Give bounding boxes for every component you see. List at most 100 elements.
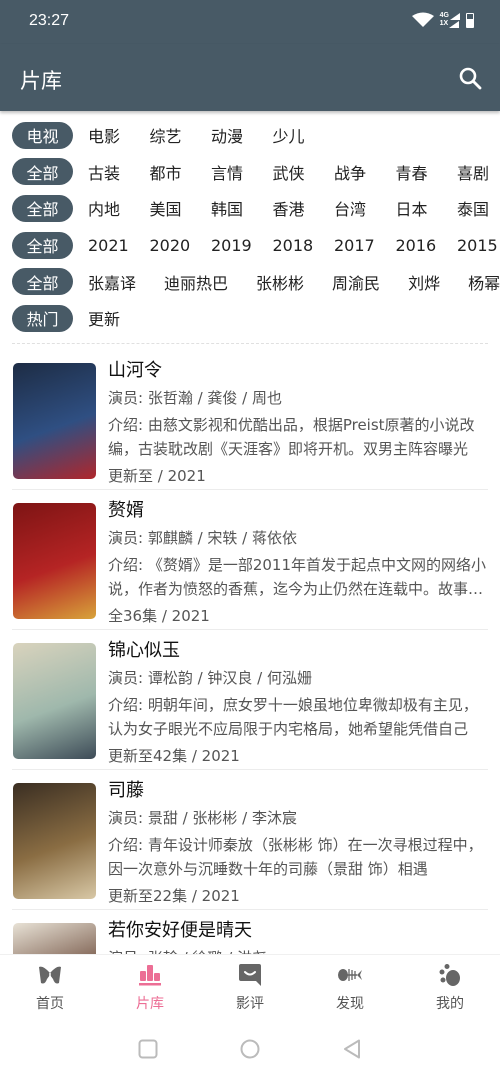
filter-row: 全部 内地 美国 韩国 香港 台湾 日本 泰国 bbox=[0, 190, 500, 227]
show-poster[interactable] bbox=[13, 923, 96, 954]
show-meta: 全36集 / 2021 bbox=[108, 607, 210, 625]
filter-option[interactable]: 言情 bbox=[211, 160, 273, 184]
filter-option[interactable]: 战争 bbox=[334, 160, 396, 184]
filter-option[interactable]: 2018 bbox=[273, 236, 335, 255]
tab-label: 我的 bbox=[436, 996, 464, 1012]
network-type-top: 4G bbox=[439, 12, 449, 19]
library-icon bbox=[139, 965, 161, 986]
page-title: 片库 bbox=[20, 69, 62, 93]
filter-option[interactable]: 2019 bbox=[211, 236, 273, 255]
show-poster[interactable] bbox=[13, 503, 96, 619]
show-actors: 演员: 谭松韵 / 钟汉良 / 何泓姗 bbox=[108, 669, 313, 687]
show-info: 若你安好便是晴天 演员: 张翰 / 徐璐 / 洪尧 bbox=[108, 918, 488, 954]
filter-option[interactable]: 刘烨 bbox=[408, 270, 440, 294]
show-title[interactable]: 锦心似玉 bbox=[108, 638, 488, 664]
filter-option[interactable]: 更新 bbox=[88, 306, 150, 330]
home-butterfly-icon bbox=[39, 966, 61, 984]
home-icon[interactable] bbox=[239, 1038, 261, 1060]
discover-fishbone-icon bbox=[338, 969, 362, 981]
filter-option[interactable]: 台湾 bbox=[334, 196, 396, 220]
filter-option[interactable]: 2016 bbox=[396, 236, 458, 255]
filter-option[interactable]: 青春 bbox=[396, 160, 458, 184]
system-nav-bar bbox=[0, 1018, 500, 1083]
signal-icon: 4G 1X bbox=[440, 12, 460, 28]
status-bar: 23:27 4G 1X bbox=[0, 0, 500, 44]
show-intro: 介绍: 由慈文影视和优酷出品，根据Preist原著的小说改编，古装耽改剧《天涯客… bbox=[108, 416, 475, 458]
filter-option[interactable]: 2017 bbox=[334, 236, 396, 255]
tab-label: 影评 bbox=[236, 996, 264, 1012]
show-info: 赘婿 演员: 郭麒麟 / 宋轶 / 蒋依依 介绍: 《赘婿》是一部2011年首发… bbox=[108, 498, 488, 628]
back-icon[interactable] bbox=[342, 1038, 364, 1060]
filter-option[interactable]: 杨幂 bbox=[468, 270, 500, 294]
show-list-item[interactable]: 若你安好便是晴天 演员: 张翰 / 徐璐 / 洪尧 bbox=[12, 910, 488, 954]
filter-option[interactable]: 古装 bbox=[88, 160, 150, 184]
filter-option[interactable]: 少儿 bbox=[273, 123, 335, 147]
show-title[interactable]: 赘婿 bbox=[108, 498, 488, 524]
filter-row: 全部 2021 2020 2019 2018 2017 2016 2015 bbox=[0, 227, 500, 264]
filter-option[interactable]: 内地 bbox=[88, 196, 150, 220]
show-list-item[interactable]: 山河令 演员: 张哲瀚 / 龚俊 / 周也 介绍: 由慈文影视和优酷出品，根据P… bbox=[12, 350, 488, 490]
show-title[interactable]: 山河令 bbox=[108, 358, 488, 384]
status-icons: 4G 1X bbox=[411, 12, 474, 28]
filter-option[interactable]: 2015 bbox=[457, 236, 500, 255]
filter-divider bbox=[12, 343, 488, 344]
show-list-item[interactable]: 锦心似玉 演员: 谭松韵 / 钟汉良 / 何泓姗 介绍: 明朝年间，庶女罗十一娘… bbox=[12, 630, 488, 770]
filter-option[interactable]: 武侠 bbox=[273, 160, 335, 184]
tab-profile[interactable]: 我的 bbox=[400, 955, 500, 1018]
filter-option[interactable]: 美国 bbox=[150, 196, 212, 220]
show-list-item[interactable]: 赘婿 演员: 郭麒麟 / 宋轶 / 蒋依依 介绍: 《赘婿》是一部2011年首发… bbox=[12, 490, 488, 630]
filter-option[interactable]: 韩国 bbox=[211, 196, 273, 220]
filter-option[interactable]: 香港 bbox=[273, 196, 335, 220]
show-list-item[interactable]: 司藤 演员: 景甜 / 张彬彬 / 李沐宸 介绍: 青年设计师秦放（张彬彬 饰）… bbox=[12, 770, 488, 910]
recents-icon[interactable] bbox=[137, 1038, 159, 1060]
filter-option[interactable]: 综艺 bbox=[150, 123, 212, 147]
show-actors: 演员: 张哲瀚 / 龚俊 / 周也 bbox=[108, 389, 283, 407]
tab-label: 片库 bbox=[136, 996, 164, 1012]
filter-option[interactable]: 张嘉译 bbox=[88, 270, 136, 294]
filter-option[interactable]: 日本 bbox=[396, 196, 458, 220]
filter-row: 全部 古装 都市 言情 武侠 战争 青春 喜剧 bbox=[0, 154, 500, 191]
show-title[interactable]: 若你安好便是晴天 bbox=[108, 918, 488, 944]
filter-selected-pill[interactable]: 全部 bbox=[12, 194, 73, 222]
show-poster[interactable] bbox=[13, 363, 96, 479]
filter-option[interactable]: 迪丽热巴 bbox=[164, 270, 228, 294]
show-actors: 演员: 景甜 / 张彬彬 / 李沐宸 bbox=[108, 809, 298, 827]
show-intro: 介绍: 明朝年间，庶女罗十一娘虽地位卑微却极有主见，认为女子眼光不应局限于内宅格… bbox=[108, 696, 478, 738]
battery-charging-icon bbox=[466, 12, 474, 28]
show-title[interactable]: 司藤 bbox=[108, 778, 488, 804]
tab-label: 发现 bbox=[336, 996, 364, 1012]
show-list[interactable]: 山河令 演员: 张哲瀚 / 龚俊 / 周也 介绍: 由慈文影视和优酷出品，根据P… bbox=[0, 350, 500, 954]
show-actors: 演员: 张翰 / 徐璐 / 洪尧 bbox=[108, 946, 488, 954]
filter-selected-pill[interactable]: 电视 bbox=[12, 121, 73, 149]
show-meta: 更新至42集 / 2021 bbox=[108, 747, 240, 765]
profile-paw-icon bbox=[439, 964, 460, 986]
filter-selected-pill[interactable]: 全部 bbox=[12, 268, 73, 296]
tab-home[interactable]: 首页 bbox=[0, 955, 100, 1018]
filter-selected-pill[interactable]: 全部 bbox=[12, 231, 73, 259]
show-info: 锦心似玉 演员: 谭松韵 / 钟汉良 / 何泓姗 介绍: 明朝年间，庶女罗十一娘… bbox=[108, 638, 488, 768]
app-bar: 片库 bbox=[0, 44, 500, 111]
filter-selected-pill[interactable]: 热门 bbox=[12, 304, 73, 332]
filter-option[interactable]: 周渝民 bbox=[332, 270, 380, 294]
filter-option[interactable]: 2020 bbox=[150, 236, 212, 255]
show-poster[interactable] bbox=[13, 643, 96, 759]
show-meta: 更新至22集 / 2021 bbox=[108, 887, 240, 905]
filter-option[interactable]: 喜剧 bbox=[457, 160, 500, 184]
show-intro: 介绍: 青年设计师秦放（张彬彬 饰）在一次寻根过程中，因一次意外与沉睡数十年的司… bbox=[108, 836, 483, 878]
filter-option[interactable]: 张彬彬 bbox=[256, 270, 304, 294]
show-info: 山河令 演员: 张哲瀚 / 龚俊 / 周也 介绍: 由慈文影视和优酷出品，根据P… bbox=[108, 358, 488, 488]
filter-option[interactable]: 动漫 bbox=[211, 123, 273, 147]
show-meta: 更新至 / 2021 bbox=[108, 467, 206, 485]
filter-option[interactable]: 泰国 bbox=[457, 196, 500, 220]
filter-option[interactable]: 都市 bbox=[150, 160, 212, 184]
filter-option[interactable]: 电影 bbox=[88, 123, 150, 147]
filter-row: 热门 更新 bbox=[0, 300, 500, 337]
tab-discover[interactable]: 发现 bbox=[300, 955, 400, 1018]
tab-reviews[interactable]: 影评 bbox=[200, 955, 300, 1018]
search-icon[interactable] bbox=[458, 66, 482, 90]
tab-library[interactable]: 片库 bbox=[100, 955, 200, 1018]
filter-option[interactable]: 2021 bbox=[88, 236, 150, 255]
bottom-tab-bar: 首页 片库 影评 发现 我的 bbox=[0, 954, 500, 1018]
show-poster[interactable] bbox=[13, 783, 96, 899]
filter-selected-pill[interactable]: 全部 bbox=[12, 158, 73, 186]
